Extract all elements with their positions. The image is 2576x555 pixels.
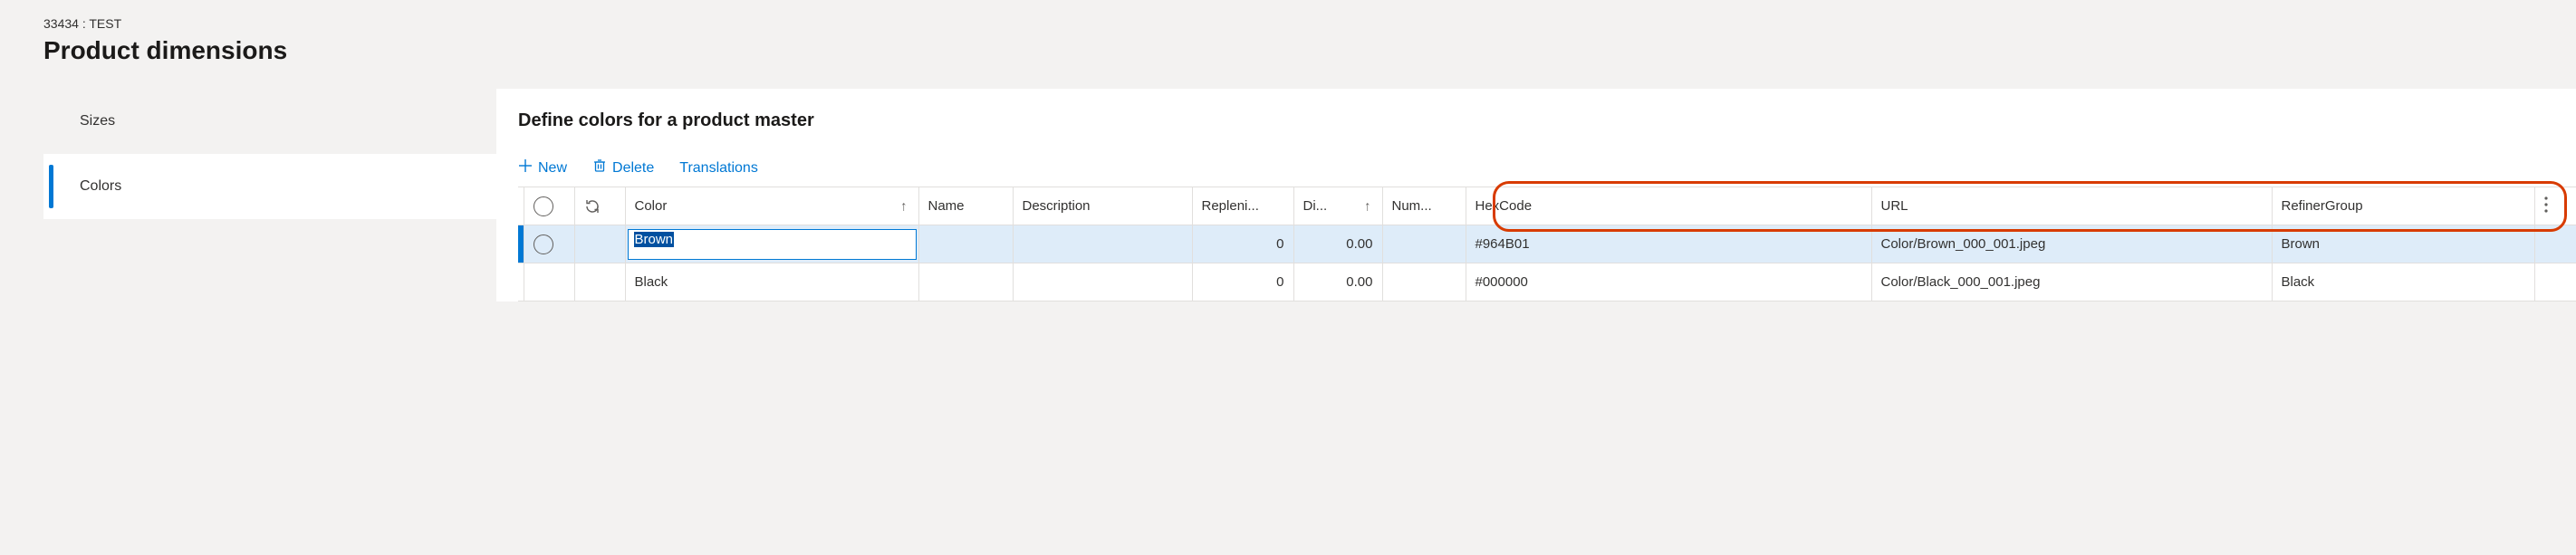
delete-label: Delete: [612, 160, 654, 177]
cell-replenish[interactable]: 0: [1192, 263, 1293, 301]
cell-color[interactable]: Brown: [625, 225, 918, 263]
cell-di[interactable]: 0.00: [1293, 225, 1382, 263]
plus-icon: [518, 158, 533, 177]
table-row[interactable]: Black 0 0.00 #000000 Color/Black_000_001…: [518, 263, 2576, 301]
column-header-replenish[interactable]: Repleni...: [1192, 187, 1293, 225]
cell-refiner[interactable]: Black: [2272, 263, 2534, 301]
cell-refiner[interactable]: Brown: [2272, 225, 2534, 263]
cell-name[interactable]: [918, 225, 1013, 263]
column-header-hexcode[interactable]: HexCode: [1466, 187, 1871, 225]
cell-url[interactable]: Color/Black_000_001.jpeg: [1871, 263, 2272, 301]
cell-url[interactable]: Color/Brown_000_001.jpeg: [1871, 225, 2272, 263]
cell-description[interactable]: [1013, 225, 1192, 263]
header-label: Color: [635, 198, 668, 214]
cell-color[interactable]: Black: [625, 263, 918, 301]
toolbar: New Delete Translations: [518, 158, 2576, 177]
cell-name[interactable]: [918, 263, 1013, 301]
translations-button[interactable]: Translations: [679, 160, 758, 177]
column-select-all[interactable]: [524, 187, 574, 225]
circle-icon: [533, 234, 553, 254]
cell-hexcode[interactable]: #000000: [1466, 263, 1871, 301]
column-header-refiner[interactable]: RefinerGroup: [2272, 187, 2534, 225]
sidebar-item-label: Sizes: [80, 113, 115, 129]
cell-replenish[interactable]: 0: [1192, 225, 1293, 263]
table-row[interactable]: Brown 0 0.00 #964B01 Color/Brown_000_001…: [518, 225, 2576, 263]
sidebar-item-colors[interactable]: Colors: [43, 154, 496, 219]
breadcrumb: 33434 : TEST: [43, 16, 2533, 31]
new-label: New: [538, 160, 567, 177]
column-header-color[interactable]: Color ↑: [625, 187, 918, 225]
column-header-num[interactable]: Num...: [1382, 187, 1466, 225]
cell-description[interactable]: [1013, 263, 1192, 301]
delete-button[interactable]: Delete: [592, 158, 654, 177]
cell-num[interactable]: [1382, 225, 1466, 263]
row-select[interactable]: [524, 263, 574, 301]
column-header-di[interactable]: Di... ↑: [1293, 187, 1382, 225]
page-title: Product dimensions: [43, 36, 2533, 65]
sort-asc-icon: ↑: [900, 198, 908, 214]
header-label: Di...: [1303, 198, 1328, 214]
sidebar-item-label: Colors: [80, 178, 121, 195]
circle-icon: [533, 196, 553, 216]
column-more[interactable]: [2534, 187, 2576, 225]
sidebar-item-sizes[interactable]: Sizes: [43, 89, 496, 154]
column-header-url[interactable]: URL: [1871, 187, 2272, 225]
refresh-icon: [584, 197, 601, 213]
main-panel: Define colors for a product master New D…: [496, 89, 2576, 301]
section-title: Define colors for a product master: [518, 110, 2576, 131]
trash-icon: [592, 158, 607, 177]
cell-num[interactable]: [1382, 263, 1466, 301]
column-header-description[interactable]: Description: [1013, 187, 1192, 225]
more-vertical-icon: [2544, 201, 2548, 216]
translations-label: Translations: [679, 160, 758, 177]
grid: Color ↑ Name Description Repleni... Di..…: [518, 187, 2576, 301]
column-header-name[interactable]: Name: [918, 187, 1013, 225]
cell-hexcode[interactable]: #964B01: [1466, 225, 1871, 263]
cell-di[interactable]: 0.00: [1293, 263, 1382, 301]
sidebar: Sizes Colors: [43, 89, 496, 301]
sort-asc-icon: ↑: [1364, 198, 1371, 214]
color-input[interactable]: Brown: [628, 229, 917, 260]
row-select[interactable]: [524, 225, 574, 263]
column-refresh[interactable]: [574, 187, 625, 225]
new-button[interactable]: New: [518, 158, 567, 177]
